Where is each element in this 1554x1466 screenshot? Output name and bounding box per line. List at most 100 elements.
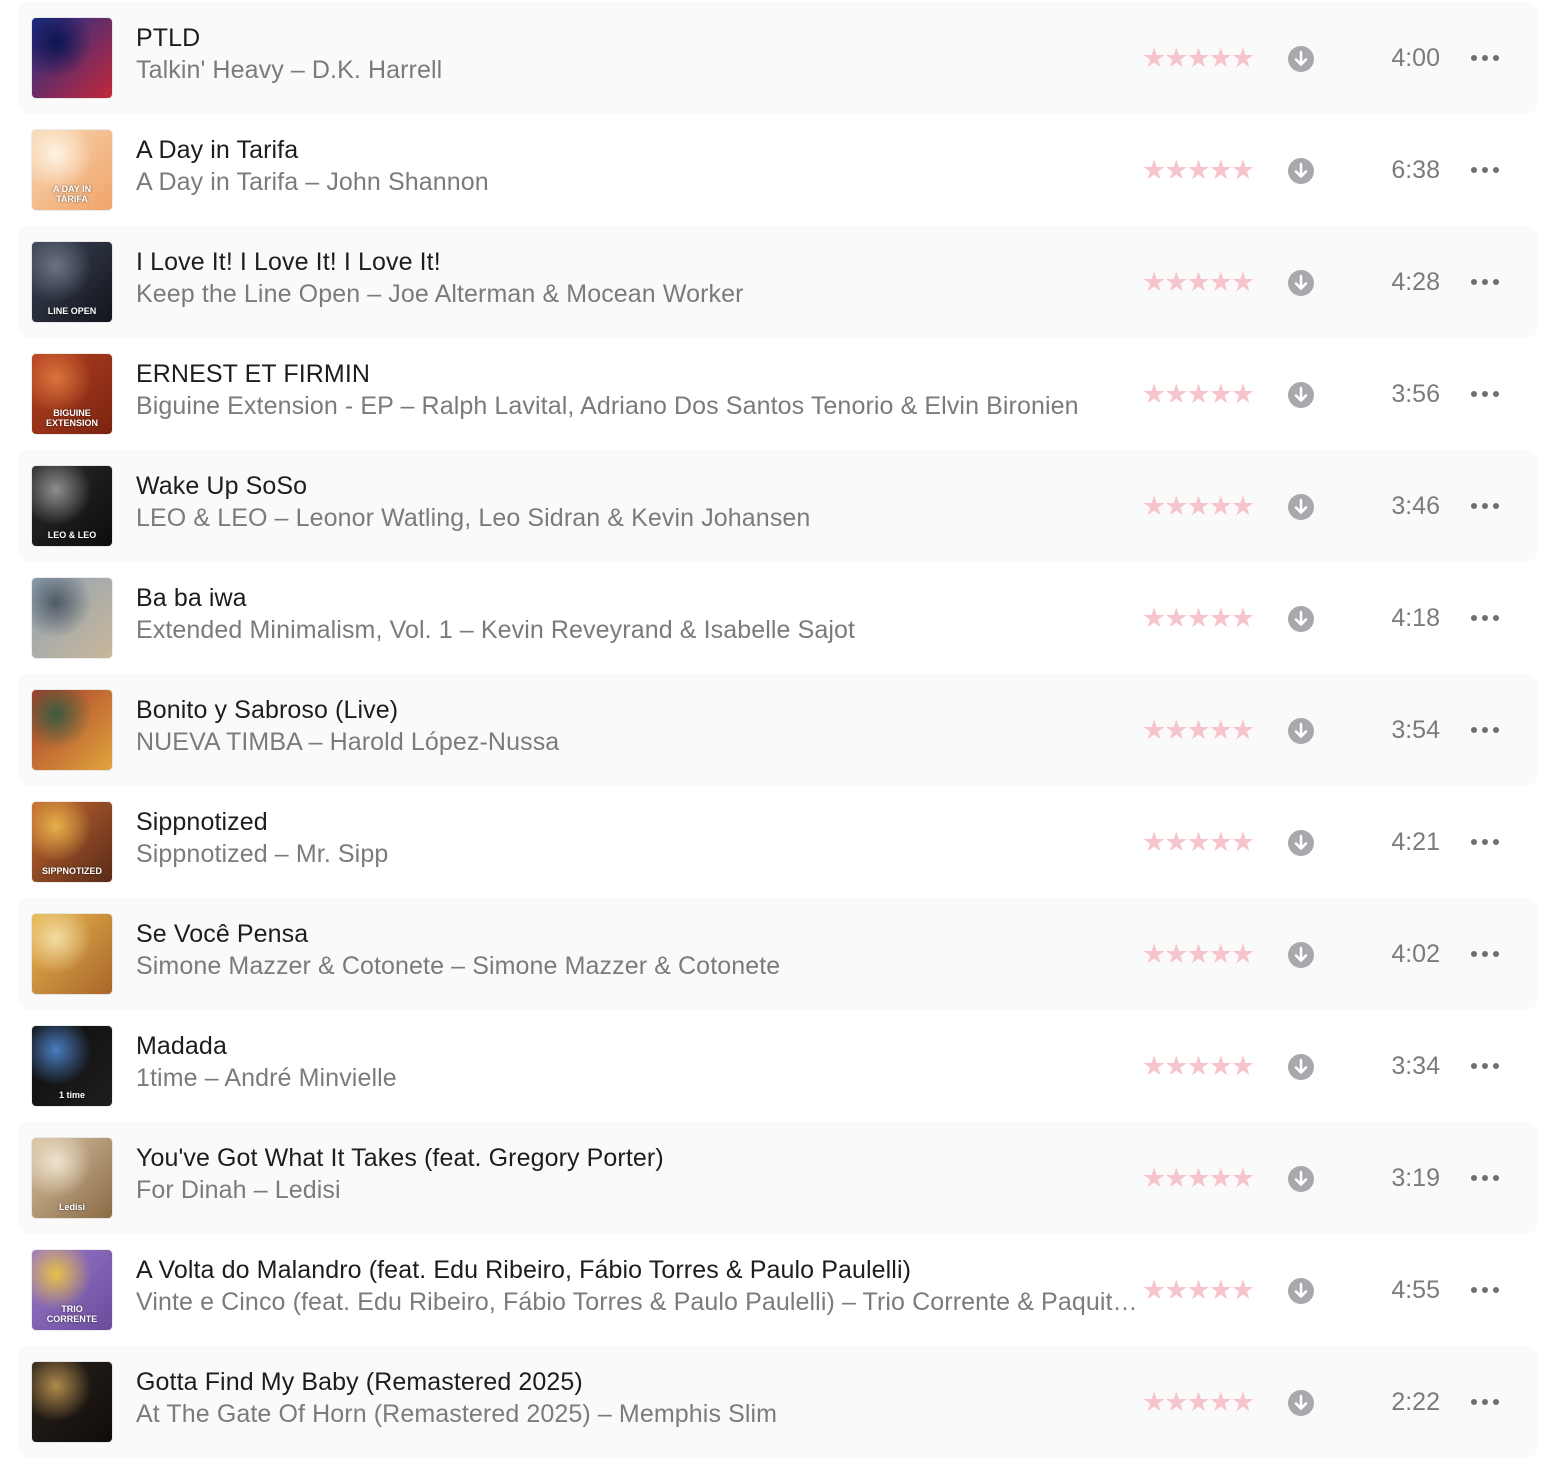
track-row[interactable]: Gotta Find My Baby (Remastered 2025) At T… [18, 1346, 1538, 1458]
track-row[interactable]: LINE OPEN I Love It! I Love It! I Love It… [18, 226, 1538, 338]
album-artwork[interactable]: LEO & LEO [32, 466, 112, 546]
album-artwork[interactable]: A DAY IN TARIFA [32, 130, 112, 210]
track-row[interactable]: SIPPNOTIZED Sippnotized Sippnotized – Mr. … [18, 786, 1538, 898]
more-options-icon[interactable] [1468, 498, 1502, 514]
track-album-artist: Keep the Line Open – Joe Alterman & Moce… [136, 280, 744, 308]
track-album-artist: Talkin' Heavy – D.K. Harrell [136, 56, 443, 84]
track-title: Madada [136, 1032, 227, 1060]
track-duration: 3:34 [1391, 1052, 1440, 1080]
star-icon[interactable]: ★★★★★ [1142, 40, 1255, 76]
star-icon[interactable]: ★★★★★ [1142, 488, 1255, 524]
album-artwork[interactable]: TRIO CORRENTE [32, 1250, 112, 1330]
star-icon[interactable]: ★★★★★ [1142, 376, 1255, 412]
track-title: Wake Up SoSo [136, 472, 308, 500]
track-title: PTLD [136, 24, 201, 52]
star-icon[interactable]: ★★★★★ [1142, 712, 1255, 748]
track-duration: 6:38 [1391, 156, 1440, 184]
download-icon[interactable] [1287, 1277, 1315, 1305]
track-album-artist: Simone Mazzer & Cotonete – Simone Mazzer… [136, 952, 781, 980]
download-icon[interactable] [1287, 45, 1315, 73]
track-duration: 3:54 [1391, 716, 1440, 744]
track-row[interactable]: PTLD Talkin' Heavy – D.K. Harrell ★★★★★ 4:0… [18, 2, 1538, 114]
star-icon[interactable]: ★★★★★ [1142, 824, 1255, 860]
track-title: Sippnotized [136, 808, 268, 836]
star-icon[interactable]: ★★★★★ [1142, 1048, 1255, 1084]
download-icon[interactable] [1287, 269, 1315, 297]
track-album-artist: At The Gate Of Horn (Remastered 2025) – … [136, 1400, 778, 1428]
track-duration: 4:21 [1391, 828, 1440, 856]
track-duration: 4:00 [1391, 44, 1440, 72]
track-title: Bonito y Sabroso (Live) [136, 696, 399, 724]
track-row[interactable]: BIGUINE EXTENSION ERNEST ET FIRMIN Biguine… [18, 338, 1538, 450]
track-duration: 3:56 [1391, 380, 1440, 408]
album-artwork[interactable] [32, 578, 112, 658]
more-options-icon[interactable] [1468, 274, 1502, 290]
track-title: You've Got What It Takes (feat. Gregory … [136, 1144, 664, 1172]
star-icon[interactable]: ★★★★★ [1142, 1160, 1255, 1196]
album-artwork-caption: LEO & LEO [47, 530, 97, 540]
more-options-icon[interactable] [1468, 386, 1502, 402]
star-icon[interactable]: ★★★★★ [1142, 264, 1255, 300]
album-artwork[interactable]: Ledisi [32, 1138, 112, 1218]
track-list: PTLD Talkin' Heavy – D.K. Harrell ★★★★★ 4:0… [0, 0, 1554, 1466]
star-icon[interactable]: ★★★★★ [1142, 600, 1255, 636]
more-options-icon[interactable] [1468, 722, 1502, 738]
download-icon[interactable] [1287, 1053, 1315, 1081]
more-options-icon[interactable] [1468, 1282, 1502, 1298]
album-artwork[interactable] [32, 1362, 112, 1442]
track-row[interactable]: Ba ba iwa Extended Minimalism, Vol. 1 – K… [18, 562, 1538, 674]
track-row[interactable]: A DAY IN TARIFA A Day in Tarifa A Day in T… [18, 114, 1538, 226]
star-icon[interactable]: ★★★★★ [1142, 936, 1255, 972]
download-icon[interactable] [1287, 1389, 1315, 1417]
track-row[interactable]: Bonito y Sabroso (Live) NUEVA TIMBA – Har… [18, 674, 1538, 786]
album-artwork-caption: 1 time [58, 1090, 85, 1100]
album-artwork[interactable]: 1 time [32, 1026, 112, 1106]
download-icon[interactable] [1287, 941, 1315, 969]
album-artwork[interactable] [32, 690, 112, 770]
track-album-artist: NUEVA TIMBA – Harold López-Nussa [136, 728, 560, 756]
track-duration: 3:19 [1391, 1164, 1440, 1192]
more-options-icon[interactable] [1468, 834, 1502, 850]
album-artwork[interactable] [32, 914, 112, 994]
album-artwork[interactable]: SIPPNOTIZED [32, 802, 112, 882]
track-duration: 4:18 [1391, 604, 1440, 632]
track-album-artist: 1time – André Minvielle [136, 1064, 397, 1092]
album-artwork[interactable]: BIGUINE EXTENSION [32, 354, 112, 434]
more-options-icon[interactable] [1468, 1058, 1502, 1074]
download-icon[interactable] [1287, 1165, 1315, 1193]
download-icon[interactable] [1287, 157, 1315, 185]
star-icon[interactable]: ★★★★★ [1142, 152, 1255, 188]
more-options-icon[interactable] [1468, 1170, 1502, 1186]
more-options-icon[interactable] [1468, 1394, 1502, 1410]
track-album-artist: For Dinah – Ledisi [136, 1176, 341, 1204]
album-artwork[interactable]: LINE OPEN [32, 242, 112, 322]
album-artwork-caption: TRIO CORRENTE [46, 1304, 98, 1324]
track-album-artist: Vinte e Cinco (feat. Edu Ribeiro, Fábio … [136, 1288, 1138, 1316]
track-duration: 2:22 [1391, 1388, 1440, 1416]
more-options-icon[interactable] [1468, 946, 1502, 962]
track-row[interactable]: 1 time Madada 1time – André Minvielle ★★★★★… [18, 1010, 1538, 1122]
track-title: A Day in Tarifa [136, 136, 299, 164]
more-options-icon[interactable] [1468, 50, 1502, 66]
album-artwork-caption: A DAY IN TARIFA [52, 184, 92, 204]
track-row[interactable]: TRIO CORRENTE A Volta do Malandro (feat. … [18, 1234, 1538, 1346]
track-row[interactable]: Se Você Pensa Simone Mazzer & Cotonete – … [18, 898, 1538, 1010]
download-icon[interactable] [1287, 605, 1315, 633]
more-options-icon[interactable] [1468, 610, 1502, 626]
track-duration: 4:02 [1391, 940, 1440, 968]
album-artwork[interactable] [32, 18, 112, 98]
download-icon[interactable] [1287, 717, 1315, 745]
download-icon[interactable] [1287, 829, 1315, 857]
track-row[interactable]: Ledisi You've Got What It Takes (feat. Gr… [18, 1122, 1538, 1234]
star-icon[interactable]: ★★★★★ [1142, 1384, 1255, 1420]
track-title: I Love It! I Love It! I Love It! [136, 248, 441, 276]
album-artwork-caption: Ledisi [58, 1202, 85, 1212]
track-title: A Volta do Malandro (feat. Edu Ribeiro, … [136, 1256, 912, 1284]
star-icon[interactable]: ★★★★★ [1142, 1272, 1255, 1308]
more-options-icon[interactable] [1468, 162, 1502, 178]
track-title: Ba ba iwa [136, 584, 247, 612]
track-row[interactable]: LEO & LEO Wake Up SoSo LEO & LEO – Leonor … [18, 450, 1538, 562]
album-artwork-caption: BIGUINE EXTENSION [45, 408, 98, 428]
download-icon[interactable] [1287, 493, 1315, 521]
download-icon[interactable] [1287, 381, 1315, 409]
